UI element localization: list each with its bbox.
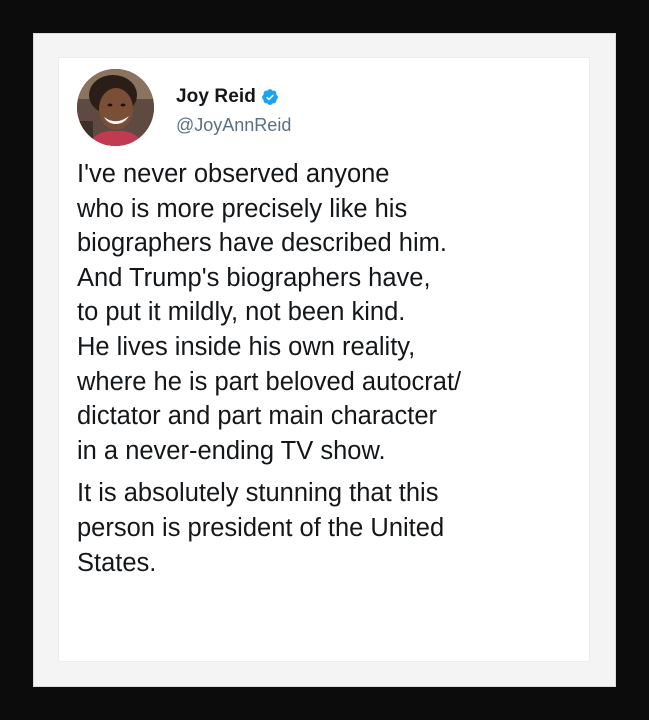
verified-badge-icon bbox=[261, 88, 279, 106]
text-line: in a never-ending TV show. bbox=[77, 436, 386, 465]
text-line: It is absolutely stunning that this bbox=[77, 479, 439, 508]
display-name[interactable]: Joy Reid bbox=[176, 86, 256, 108]
text-line: who is more precisely like his bbox=[77, 194, 408, 223]
text-line: to put it mildly, not been kind. bbox=[77, 298, 406, 327]
text-line: person is president of the United bbox=[77, 513, 445, 542]
tweet-header: Joy Reid @JoyAnnReid bbox=[77, 69, 557, 149]
name-row: Joy Reid bbox=[176, 85, 279, 109]
profile-photo bbox=[77, 69, 154, 146]
user-handle[interactable]: @JoyAnnReid bbox=[176, 115, 291, 136]
text-line: where he is part beloved autocrat/ bbox=[77, 367, 462, 396]
avatar[interactable] bbox=[77, 69, 154, 146]
tweet-paragraph: I've never observed anyone who is more p… bbox=[77, 157, 582, 468]
text-line: He lives inside his own reality, bbox=[77, 332, 416, 361]
text-line: I've never observed anyone bbox=[77, 160, 390, 188]
text-line: And Trump's biographers have, bbox=[77, 263, 431, 292]
text-line: dictator and part main character bbox=[77, 402, 438, 431]
tweet-text: I've never observed anyone who is more p… bbox=[77, 157, 582, 580]
text-line: States. bbox=[77, 548, 157, 577]
text-line: biographers have described him. bbox=[77, 229, 447, 258]
tweet-paragraph: It is absolutely stunning that this pers… bbox=[77, 476, 582, 580]
